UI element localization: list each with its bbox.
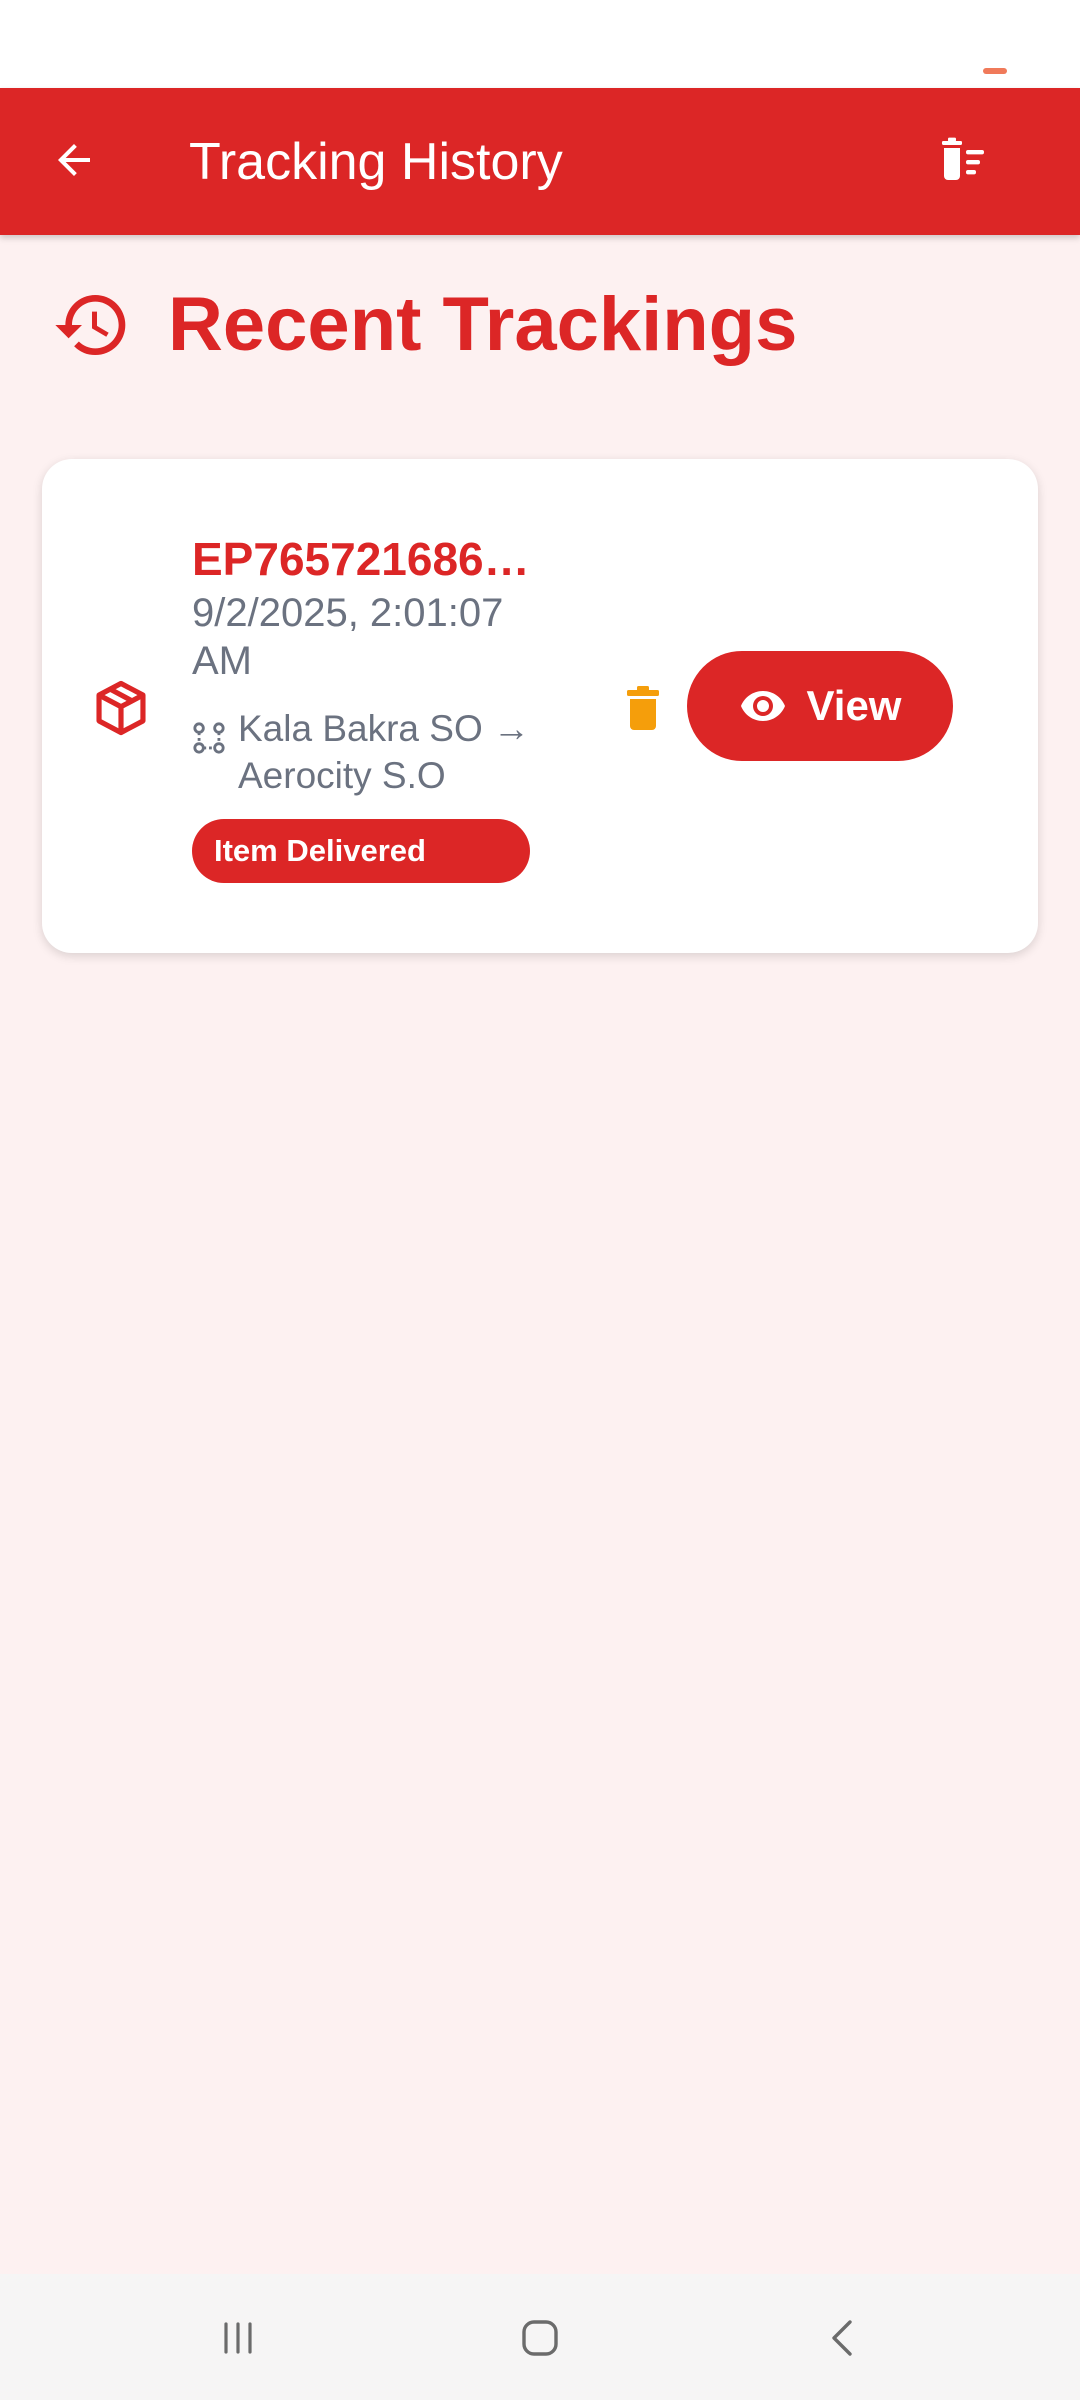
- tracking-date: 9/2/2025, 2:01:07 AM: [192, 591, 504, 683]
- app-bar: Tracking History: [0, 88, 1080, 235]
- section-header: Recent Trackings: [52, 280, 797, 370]
- clear-history-button[interactable]: [926, 120, 1006, 200]
- route-row: Kala Bakra SO → Aerocity S.O: [192, 705, 577, 799]
- system-back-button[interactable]: [804, 2298, 884, 2378]
- route-text: Kala Bakra SO → Aerocity S.O: [238, 708, 531, 796]
- package-icon: [96, 680, 146, 736]
- view-button[interactable]: View: [687, 651, 953, 761]
- home-button[interactable]: [500, 2298, 580, 2378]
- tracking-id: EP765721686…: [192, 533, 530, 585]
- page-title: Tracking History: [189, 133, 563, 191]
- clear-all-trash-icon: [942, 137, 984, 180]
- history-icon: [55, 295, 126, 356]
- arrow-left-icon: [58, 144, 90, 176]
- route-icon: [193, 722, 225, 754]
- recent-apps-icon: [224, 2322, 252, 2354]
- trash-icon: [627, 686, 659, 730]
- eye-icon: [740, 691, 785, 721]
- status-badge: Item Delivered: [192, 819, 530, 883]
- history-item-info: EP765721686… 9/2/2025, 2:01:07 AM Kala B…: [192, 531, 577, 883]
- section-heading: Recent Trackings: [168, 282, 798, 367]
- home-icon: [522, 2320, 558, 2356]
- view-button-label: View: [806, 682, 902, 729]
- back-button[interactable]: [34, 120, 114, 200]
- status-bar: [0, 0, 1080, 88]
- recent-apps-button[interactable]: [198, 2298, 278, 2378]
- history-card[interactable]: EP765721686… 9/2/2025, 2:01:07 AM Kala B…: [42, 459, 1038, 953]
- back-chevron-icon: [832, 2320, 852, 2356]
- status-indicator: [983, 68, 1007, 74]
- system-nav-bar: [0, 2274, 1080, 2400]
- delete-item-button[interactable]: [612, 677, 674, 739]
